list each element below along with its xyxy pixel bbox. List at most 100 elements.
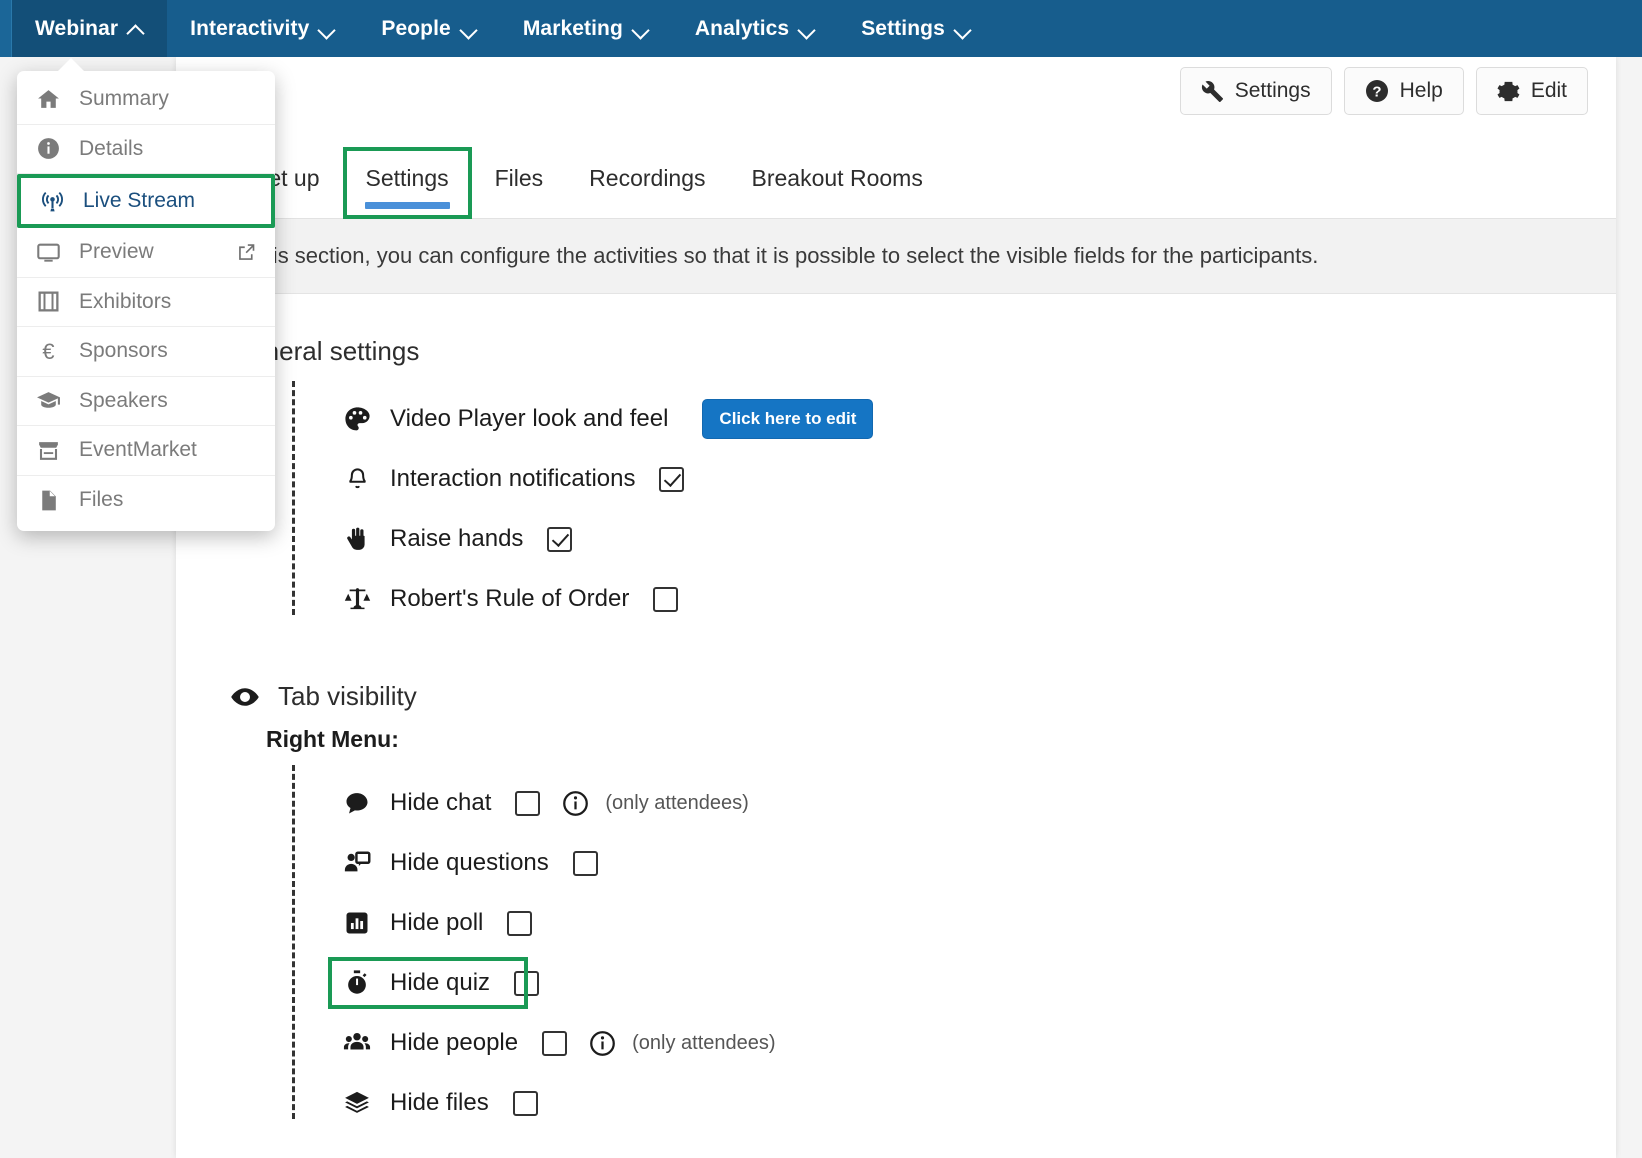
row-hide-files: Hide files [340, 1073, 1616, 1133]
settings-button[interactable]: Settings [1179, 67, 1332, 115]
row-hide-people-label: Hide people [390, 1029, 519, 1056]
edit-button-label: Edit [1530, 79, 1567, 102]
monitor-icon [35, 240, 61, 265]
bell-icon [340, 466, 374, 493]
gear-icon [1497, 81, 1520, 101]
interaction-notifications-checkbox[interactable] [659, 466, 685, 492]
info-circle-icon [37, 138, 59, 160]
row-hide-chat-label: Hide chat [390, 789, 492, 816]
content-panel: Settings ? Help Edit Set up Settings Files… [176, 57, 1616, 1158]
broadcast-icon [41, 191, 63, 211]
tab-files[interactable]: Files [472, 147, 567, 219]
dropdown-item-details[interactable]: Details [17, 125, 275, 174]
navbar-item-analytics[interactable]: Analytics [672, 0, 838, 57]
dropdown-item-label: Speakers [79, 388, 168, 412]
dropdown-item-preview[interactable]: Preview [17, 228, 275, 278]
navbar-item-people[interactable]: People [358, 0, 499, 57]
dropdown-item-label: Summary [79, 87, 169, 111]
dropdown-item-label: Live Stream [83, 189, 196, 212]
help-button[interactable]: ? Help [1343, 67, 1464, 115]
chevron-down-icon [955, 21, 971, 37]
dropdown-item-eventmarket[interactable]: EventMarket [17, 426, 275, 476]
dropdown-item-summary[interactable]: Summary [17, 75, 275, 125]
hide-questions-checkbox[interactable] [572, 850, 598, 876]
navbar-item-webinar[interactable]: Webinar [12, 0, 168, 57]
navbar-item-label: Analytics [694, 16, 790, 40]
question-person-icon [344, 851, 371, 872]
dropdown-item-label: Details [79, 136, 144, 160]
row-raise-hands: Raise hands [340, 509, 1616, 569]
video-player-edit-button[interactable]: Click here to edit [702, 399, 874, 439]
row-raise-hands-label: Raise hands [390, 525, 524, 552]
hide-quiz-checkbox[interactable] [514, 970, 540, 996]
chevron-down-icon [799, 21, 815, 37]
file-icon [41, 490, 56, 511]
layers-icon [340, 1089, 374, 1117]
chevron-down-icon [319, 21, 335, 37]
active-tab-underline [364, 202, 450, 209]
row-hide-quiz-label: Hide quiz [390, 969, 491, 996]
row-hide-files-label: Hide files [390, 1089, 489, 1116]
dropdown-item-speakers[interactable]: Speakers [17, 377, 275, 426]
settings-content: General settings Video Player look and f… [176, 294, 1616, 1158]
hide-poll-checkbox[interactable] [507, 910, 533, 936]
book-icon [38, 291, 58, 312]
section-description-banner: In this section, you can configure the a… [176, 219, 1616, 294]
navbar-item-label: Interactivity [190, 16, 310, 40]
dropdown-item-exhibitors[interactable]: Exhibitors [17, 278, 275, 327]
roberts-rule-checkbox[interactable] [653, 586, 679, 612]
file-icon [35, 488, 61, 513]
svg-text:?: ? [1372, 84, 1381, 101]
row-roberts-rule-label: Robert's Rule of Order [390, 585, 630, 612]
svg-text:€: € [42, 339, 54, 364]
row-hide-poll-label: Hide poll [390, 909, 484, 936]
info-icon[interactable] [589, 1030, 616, 1057]
tab-label: Breakout Rooms [751, 165, 923, 191]
wrench-icon [1201, 80, 1223, 102]
dropdown-item-label: Exhibitors [79, 289, 172, 313]
navbar-item-label: Marketing [522, 16, 623, 40]
row-roberts-rule: Robert's Rule of Order [340, 569, 1616, 629]
people-icon [340, 1029, 374, 1057]
tab-recordings[interactable]: Recordings [566, 147, 728, 219]
hide-chat-checkbox[interactable] [515, 790, 541, 816]
row-hide-questions: Hide questions [340, 833, 1616, 893]
edit-button[interactable]: Edit [1475, 67, 1588, 115]
dropdown-item-files[interactable]: Files [17, 476, 275, 526]
dropdown-item-live-stream[interactable]: Live Stream [17, 174, 275, 228]
chevron-down-icon [461, 21, 477, 37]
tab-bar: Set up Settings Files Recordings Breakout Ro… [176, 147, 1616, 219]
row-video-player: Video Player look and feel Click here to… [340, 389, 1616, 449]
tab-settings[interactable]: Settings [342, 147, 472, 219]
store-icon [35, 438, 61, 463]
dropdown-item-sponsors[interactable]: € Sponsors [17, 327, 275, 377]
chat-icon [340, 789, 374, 817]
general-settings-group: Video Player look and feel Click here to… [292, 375, 1616, 629]
row-hide-poll: Hide poll [340, 893, 1616, 953]
section-description-text: In this section, you can configure the a… [230, 243, 1319, 268]
general-settings-title: General settings [230, 336, 1616, 367]
navbar-item-label: Settings [861, 16, 945, 40]
navbar-item-settings[interactable]: Settings [838, 0, 994, 57]
eye-icon [230, 682, 260, 712]
home-icon [35, 87, 61, 112]
navbar-item-interactivity[interactable]: Interactivity [167, 0, 358, 57]
raise-hands-checkbox[interactable] [547, 526, 573, 552]
row-interaction-notifications-label: Interaction notifications [390, 465, 636, 492]
tab-visibility-title: Tab visibility [230, 681, 1616, 712]
broadcast-icon [39, 189, 65, 214]
navbar-item-label: Webinar [35, 16, 119, 40]
hide-people-checkbox[interactable] [542, 1030, 568, 1056]
question-person-icon [340, 849, 374, 877]
poll-icon [346, 912, 368, 934]
poll-icon [340, 909, 374, 937]
hide-files-checkbox[interactable] [512, 1090, 538, 1116]
people-icon [343, 1032, 371, 1050]
chevron-up-icon [128, 21, 144, 37]
external-link-icon [236, 242, 257, 263]
info-icon[interactable] [562, 790, 589, 817]
navbar-item-marketing[interactable]: Marketing [500, 0, 672, 57]
row-hide-chat-hint: (only attendees) [605, 791, 749, 814]
help-button-label: Help [1399, 79, 1443, 102]
tab-breakout-rooms[interactable]: Breakout Rooms [729, 147, 946, 219]
